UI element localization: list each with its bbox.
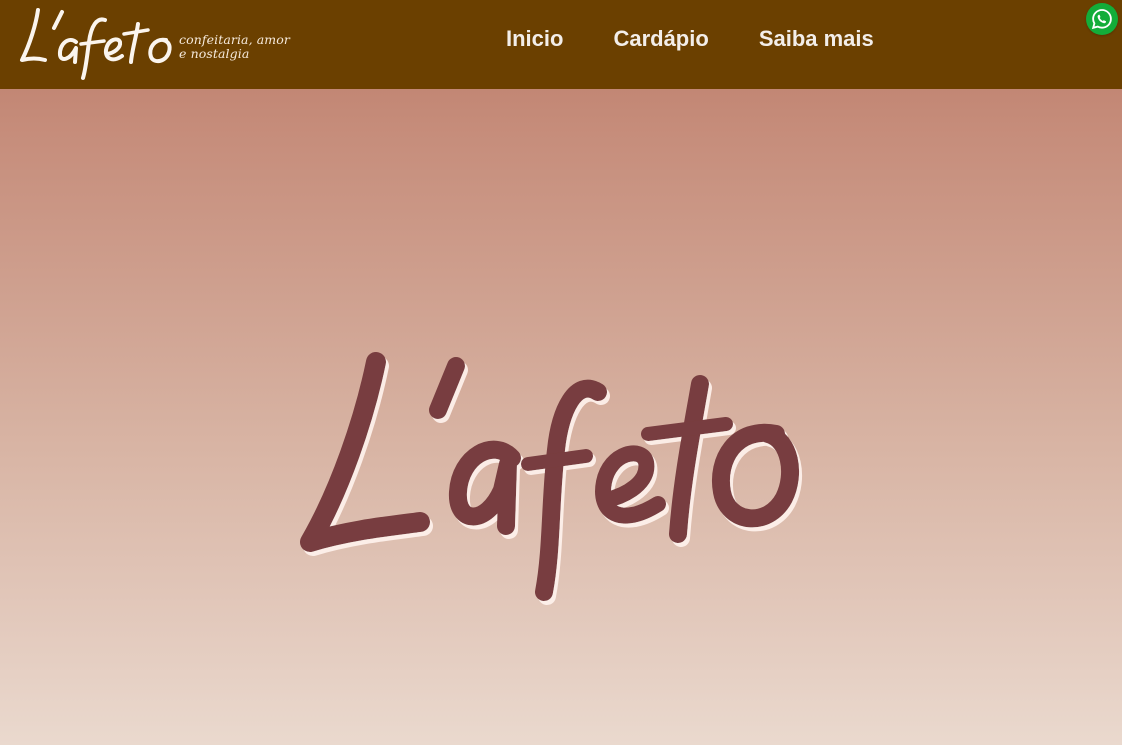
site-header: confeitaria, amor e nostalgia Inicio Car… [0, 0, 1122, 89]
brand-tagline: confeitaria, amor e nostalgia [179, 33, 290, 61]
nav-item-saiba-mais[interactable]: Saiba mais [759, 25, 874, 53]
brand-tagline-line1: confeitaria, amor [179, 32, 290, 47]
main-nav: Inicio Cardápio Saiba mais [506, 25, 874, 53]
whatsapp-icon [1091, 9, 1112, 30]
page: confeitaria, amor e nostalgia Inicio Car… [0, 0, 1122, 745]
brand-logo-link[interactable]: confeitaria, amor e nostalgia [16, 0, 296, 86]
hero-logo [300, 352, 799, 601]
whatsapp-button[interactable] [1086, 3, 1118, 35]
nav-item-inicio[interactable]: Inicio [506, 25, 563, 53]
brand-wordmark [20, 8, 172, 80]
nav-item-cardapio[interactable]: Cardápio [613, 25, 708, 53]
brand-tagline-line2: e nostalgia [179, 46, 250, 61]
